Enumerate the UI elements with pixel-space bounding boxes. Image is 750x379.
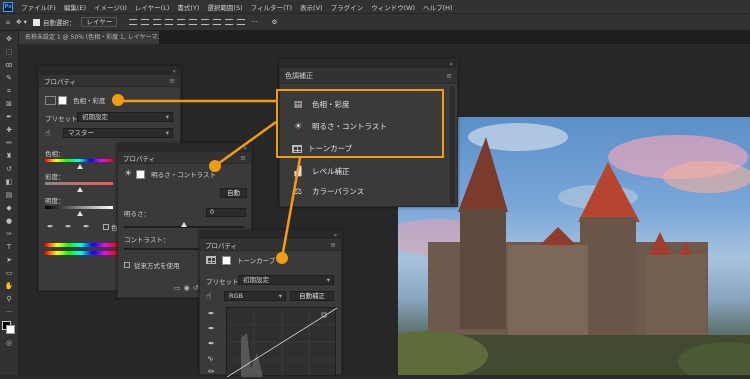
callout-dot-brightness: [209, 160, 221, 172]
callout-dot-hue: [112, 94, 124, 106]
callout-connectors: [119, 99, 302, 259]
callout-dot-curves: [276, 252, 288, 264]
